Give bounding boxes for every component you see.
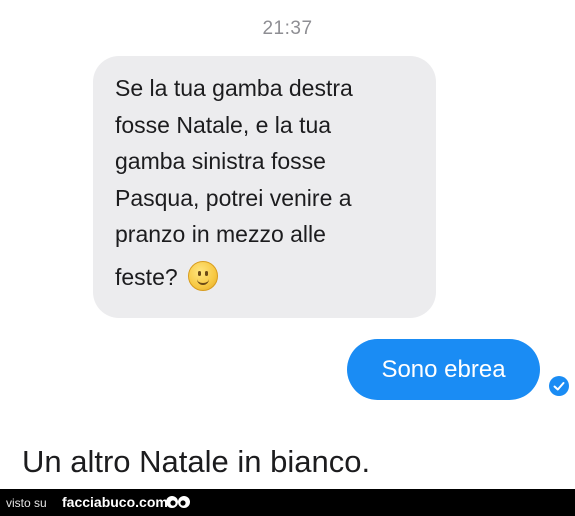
footer-prefix: visto su: [6, 496, 47, 510]
incoming-message-line: pranzo in mezzo alle: [115, 221, 326, 247]
incoming-message-line: Pasqua, potrei venire a: [115, 184, 352, 211]
slightly-smiling-face-icon: [187, 260, 218, 291]
footer-bar: visto su facciabuco.com: [0, 489, 575, 516]
footer-site-link[interactable]: facciabuco.com: [62, 494, 168, 510]
incoming-message-bubble: Se la tua gamba destra fosse Natale, e l…: [93, 56, 436, 318]
incoming-message-line: fosse Natale, e la tua: [115, 111, 332, 138]
message-timestamp: 21:37: [262, 18, 313, 39]
googly-eyes-icon: [165, 494, 191, 515]
incoming-message-line: gamba sinistra fosse: [115, 148, 326, 174]
outgoing-message-bubble: Sono ebrea: [347, 339, 540, 400]
incoming-message-last-line: feste?: [115, 259, 416, 296]
caption-text: Un altro Natale in bianco.: [22, 444, 371, 479]
incoming-message-line: Se la tua gamba destra: [115, 75, 353, 101]
outgoing-message-text: Sono ebrea: [381, 355, 506, 383]
incoming-message-text: feste?: [115, 263, 178, 290]
checkmark-circle-icon: [549, 376, 569, 396]
